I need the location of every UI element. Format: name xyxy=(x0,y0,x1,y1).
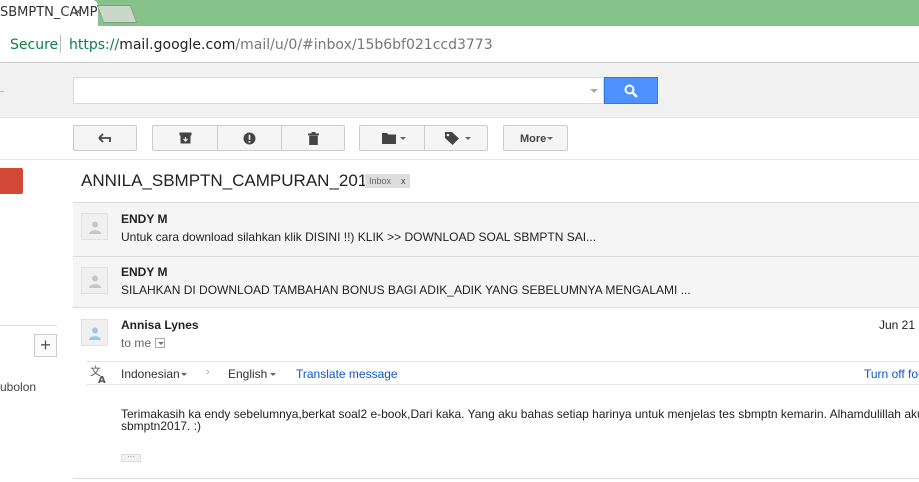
message-body-line: sbmptn2017. :) xyxy=(121,419,202,433)
message-body-line: Terimakasih ka endy sebelumnya,berkat so… xyxy=(121,407,919,421)
message-snippet: Untuk cara download silahkan klik DISINI… xyxy=(121,230,597,244)
back-arrow-icon xyxy=(98,133,111,143)
source-language-label: Indonesian xyxy=(121,367,180,381)
tab-title: SBMPTN_CAMP xyxy=(0,5,98,20)
message-body: Terimakasih ka endy sebelumnya,berkat so… xyxy=(121,408,919,432)
translate-bar: 文 A Indonesian › English Translate messa… xyxy=(86,361,919,385)
report-spam-button[interactable] xyxy=(218,126,281,150)
label-tag-icon xyxy=(445,132,459,145)
target-language-label: English xyxy=(228,367,268,381)
browser-tab[interactable]: SBMPTN_CAMP × xyxy=(0,0,98,26)
sender-name: ENDY M xyxy=(121,265,168,279)
show-details-button[interactable] xyxy=(155,338,165,348)
sidebar-item-label[interactable]: ubolon xyxy=(0,380,36,394)
source-language-select[interactable]: Indonesian xyxy=(121,367,180,381)
recipient-line: to me xyxy=(121,336,152,350)
svg-text:A: A xyxy=(98,375,106,384)
browser-tab-strip: SBMPTN_CAMP × xyxy=(0,0,919,26)
organize-button-group xyxy=(359,125,488,151)
avatar xyxy=(81,267,108,294)
search-input[interactable] xyxy=(73,77,604,104)
translate-message-link[interactable]: Translate message xyxy=(296,367,398,381)
avatar xyxy=(81,213,108,240)
search-options-icon[interactable] xyxy=(590,89,598,93)
target-language-select[interactable]: English xyxy=(228,367,267,381)
label-text: Inbox xyxy=(369,176,392,186)
tab-close-icon[interactable]: × xyxy=(74,4,82,19)
avatar xyxy=(81,319,108,346)
chevron-down-icon xyxy=(400,137,406,140)
collapsed-message[interactable]: ENDY M Untuk cara download silahkan klik… xyxy=(73,202,919,256)
message-snippet: SILAHKAN DI DOWNLOAD TAMBAHAN BONUS BAGI… xyxy=(121,283,691,297)
person-icon xyxy=(89,327,101,340)
message-divider xyxy=(73,478,919,479)
collapsed-message[interactable]: ENDY M SILAHKAN DI DOWNLOAD TAMBAHAN BON… xyxy=(73,256,919,307)
search-button[interactable] xyxy=(604,77,658,104)
url-host: mail.google.com xyxy=(119,37,236,53)
move-to-button[interactable] xyxy=(360,126,424,150)
more-label: More xyxy=(520,133,547,145)
translate-icon: 文 A xyxy=(90,364,106,384)
address-divider xyxy=(60,35,61,53)
expanded-message-header: Annisa Lynes Jun 21 to me xyxy=(73,307,919,361)
inbox-label-badge[interactable]: Inbox x xyxy=(365,174,410,188)
person-icon xyxy=(89,221,101,234)
trash-icon xyxy=(308,132,319,145)
compose-button[interactable] xyxy=(0,168,23,194)
sender-name: ENDY M xyxy=(121,212,168,226)
search-icon xyxy=(624,84,638,98)
labels-button[interactable] xyxy=(425,126,488,150)
archive-icon xyxy=(179,132,192,144)
more-button[interactable]: More xyxy=(503,125,568,151)
sidebar-divider xyxy=(0,325,57,326)
delete-button[interactable] xyxy=(282,126,345,150)
new-tab-button[interactable] xyxy=(96,5,138,23)
url-scheme: https:// xyxy=(69,37,120,53)
folder-icon xyxy=(382,133,396,144)
chevron-down-icon xyxy=(465,137,471,140)
url-field[interactable]: https://mail.google.com/mail/u/0/#inbox/… xyxy=(69,37,493,53)
show-trimmed-content-button[interactable]: ··· xyxy=(121,453,141,462)
turn-off-translate-link[interactable]: Turn off for xyxy=(864,367,919,381)
action-button-group xyxy=(152,125,345,151)
new-chat-button[interactable]: + xyxy=(34,334,57,357)
thread-subject: ANNILA_SBMPTN_CAMPURAN_2017 xyxy=(81,171,377,190)
message-date: Jun 21 xyxy=(879,318,916,332)
left-edge-line xyxy=(0,91,4,92)
spam-icon xyxy=(243,132,256,145)
gmail-header xyxy=(0,63,919,118)
chevron-down-icon xyxy=(270,373,276,376)
sender-name[interactable]: Annisa Lynes xyxy=(121,318,199,332)
chevron-down-icon xyxy=(181,373,187,376)
secure-indicator[interactable]: Secure xyxy=(10,37,58,53)
remove-label-icon[interactable]: x xyxy=(401,176,406,186)
address-bar: Secure https://mail.google.com/mail/u/0/… xyxy=(0,26,919,63)
archive-button[interactable] xyxy=(153,126,217,150)
toolbar-separator xyxy=(0,159,919,160)
person-icon xyxy=(89,275,101,288)
url-path: /mail/u/0/#inbox/15b6bf021ccd3773 xyxy=(235,37,493,53)
back-to-inbox-button[interactable] xyxy=(73,125,137,151)
chevron-down-icon xyxy=(547,137,553,140)
language-arrow-icon: › xyxy=(206,366,210,378)
